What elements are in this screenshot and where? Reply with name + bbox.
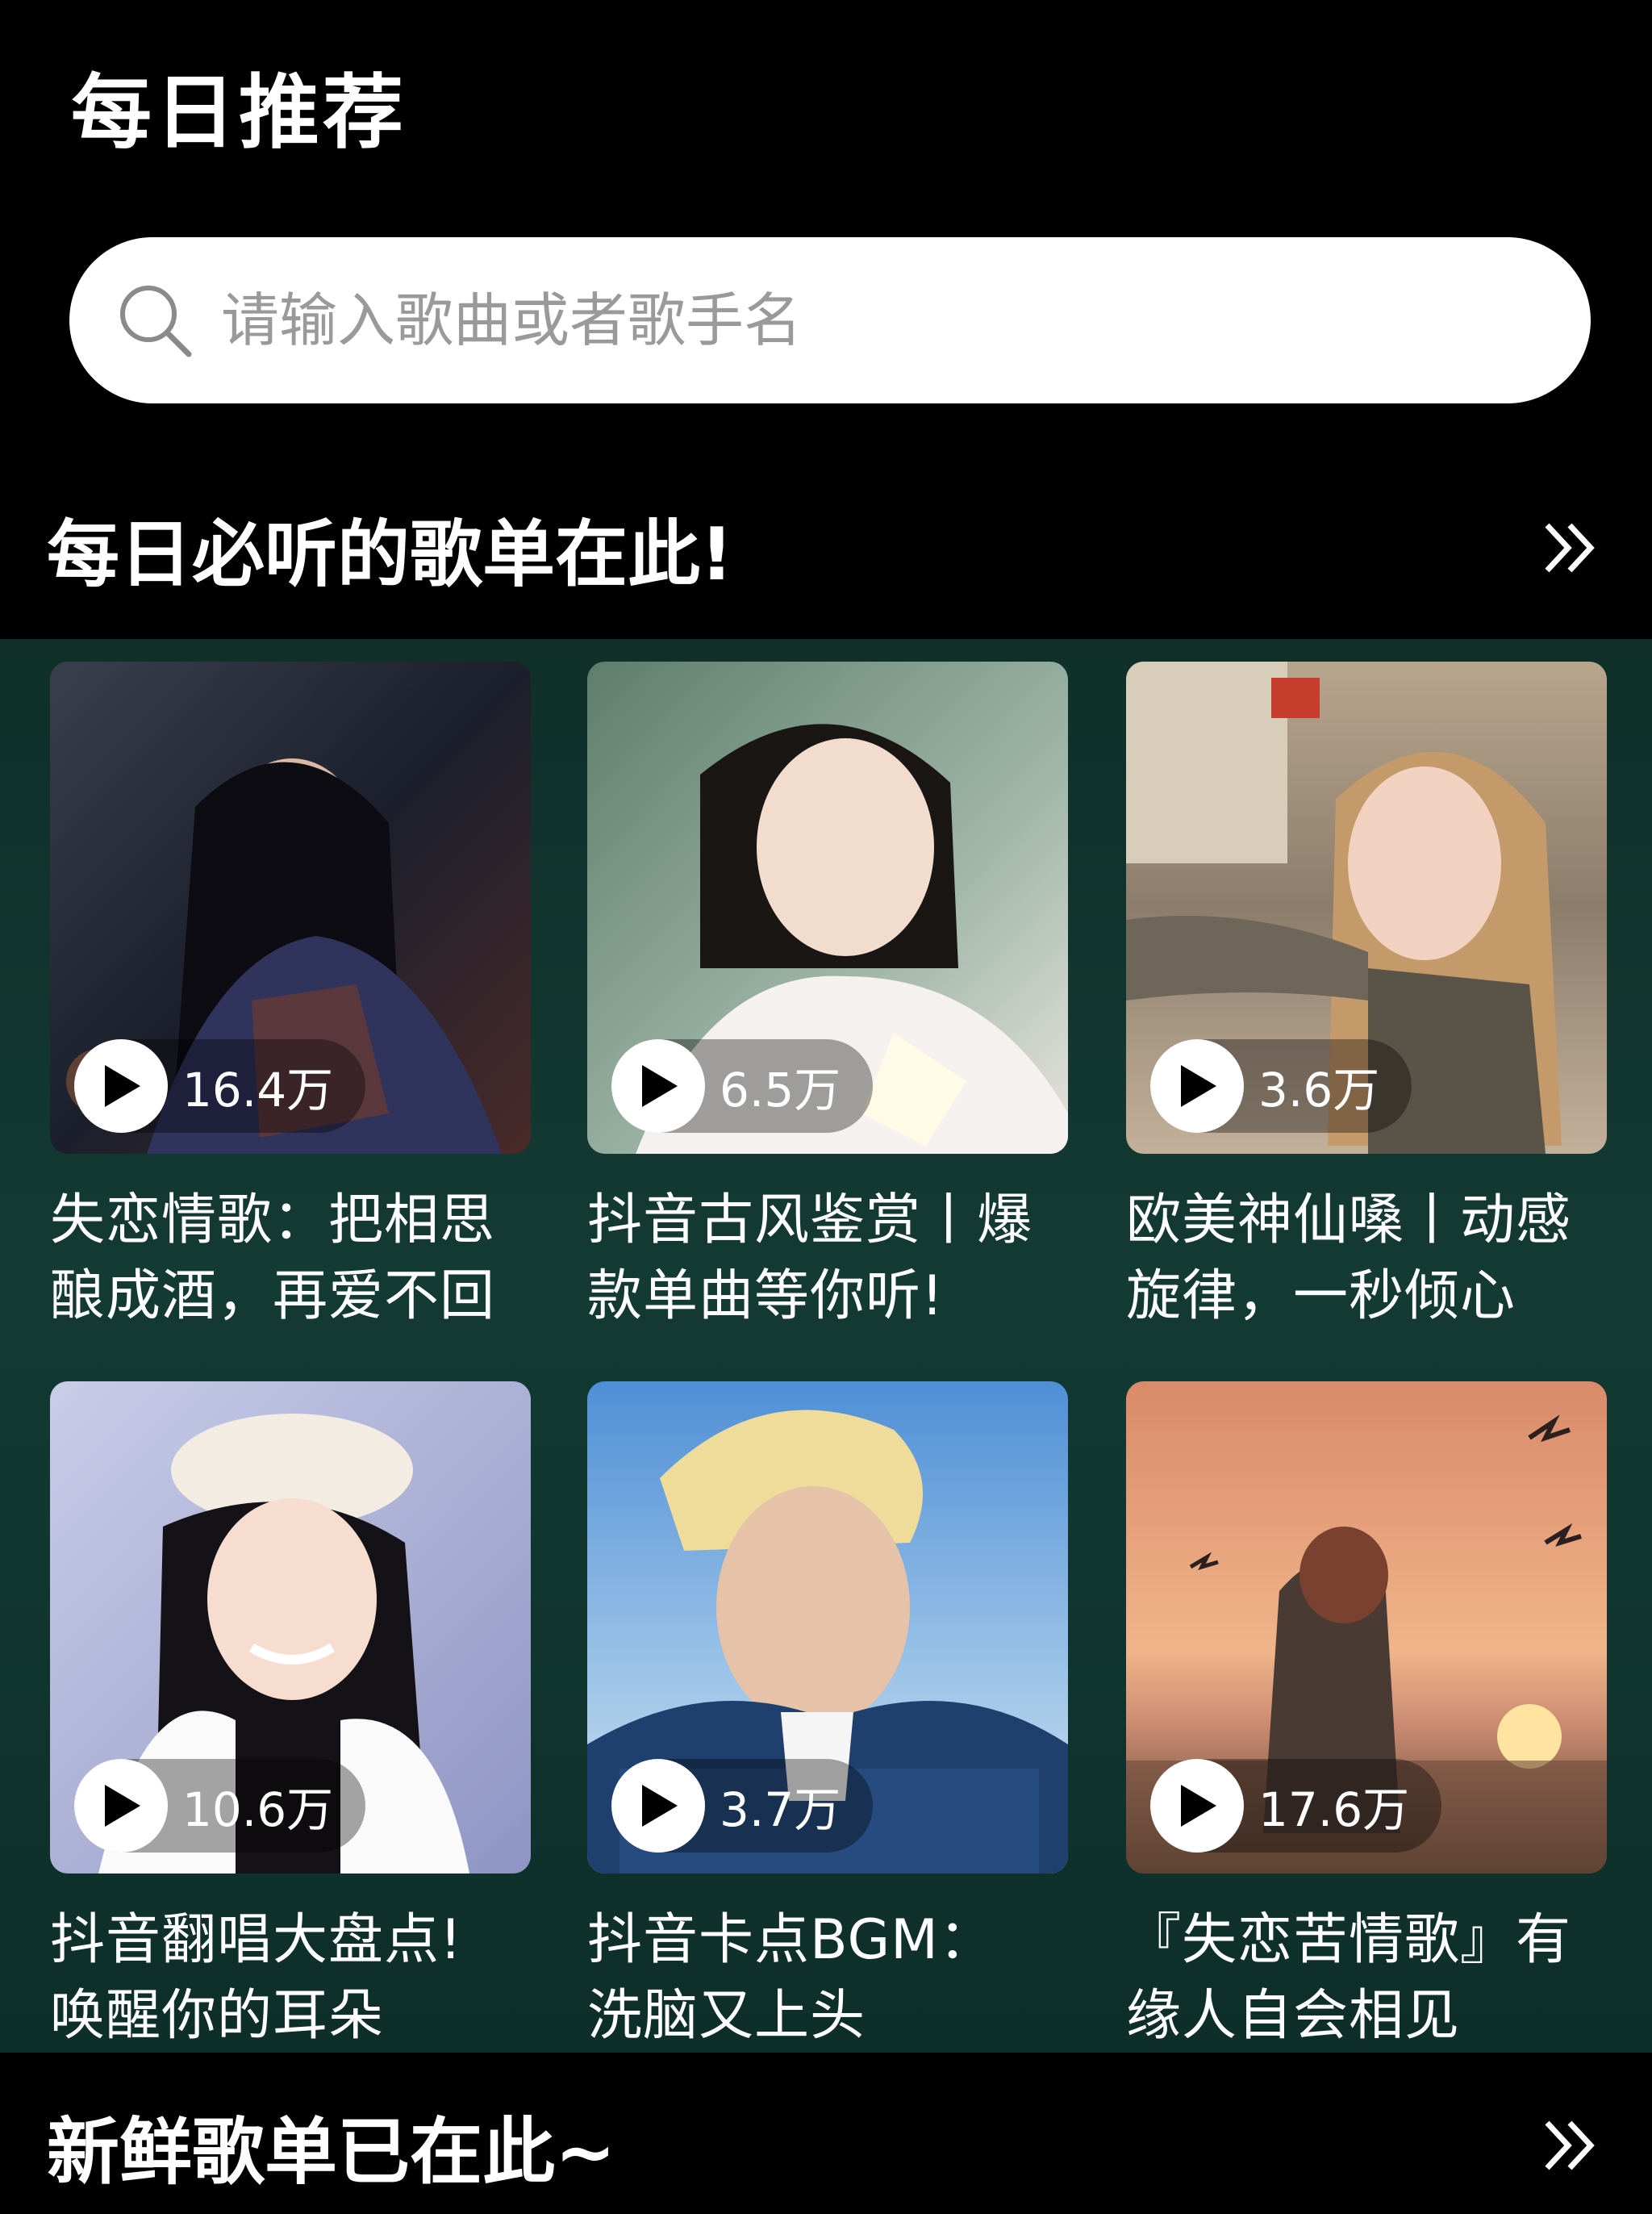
play-icon bbox=[1181, 1065, 1216, 1107]
playlist-title[interactable]: 抖音卡点BGM： 洗脑又上头 bbox=[587, 1903, 1068, 2053]
playlist-title[interactable]: 欧美神仙嗓丨动感 旋律，一秒倾心 bbox=[1126, 1183, 1607, 1335]
search-input[interactable] bbox=[219, 286, 1591, 355]
playlist-cover[interactable]: 17.6万 bbox=[1126, 1381, 1607, 1874]
fresh-section-title: 新鲜歌单已在此~ bbox=[47, 2110, 616, 2195]
play-count-badge[interactable]: 17.6万 bbox=[1150, 1759, 1442, 1853]
playlist-title[interactable]: 失恋情歌：把相思 酿成酒，再爱不回 bbox=[50, 1183, 531, 1335]
play-icon bbox=[642, 1065, 678, 1107]
play-icon bbox=[105, 1065, 140, 1107]
playlist-title[interactable]: 抖音古风鉴赏丨爆 款单曲等你听! bbox=[587, 1183, 1068, 1335]
playlist-cover[interactable]: 3.7万 bbox=[587, 1381, 1068, 1874]
play-count-badge[interactable]: 3.6万 bbox=[1150, 1039, 1412, 1133]
play-button[interactable] bbox=[74, 1759, 168, 1853]
play-icon bbox=[1181, 1785, 1216, 1827]
play-count-badge[interactable]: 6.5万 bbox=[611, 1039, 874, 1133]
play-count: 16.4万 bbox=[182, 1063, 334, 1117]
daily-section-title: 每日必听的歌单在此! bbox=[47, 512, 734, 597]
playlist-cover[interactable]: 3.6万 bbox=[1126, 662, 1607, 1154]
daily-section-header[interactable]: 每日必听的歌单在此! bbox=[0, 479, 1652, 616]
playlist-grid: 16.4万 失恋情歌：把相思 酿成酒，再爱不回 6.5万 抖音古风鉴赏丨爆 款单… bbox=[0, 639, 1652, 2053]
playlist-card[interactable]: 10.6万 抖音翻唱大盘点! 唤醒你的耳朵 bbox=[50, 1381, 531, 2053]
play-button[interactable] bbox=[611, 1039, 705, 1133]
play-count: 3.7万 bbox=[720, 1782, 841, 1837]
double-chevron-right-icon[interactable] bbox=[1541, 519, 1599, 577]
playlist-title[interactable]: 抖音翻唱大盘点! 唤醒你的耳朵 bbox=[50, 1903, 531, 2053]
search-bar[interactable] bbox=[69, 237, 1591, 403]
playlist-cover[interactable]: 10.6万 bbox=[50, 1381, 531, 1874]
playlist-card[interactable]: 17.6万 『失恋苦情歌』有 缘人自会相见 bbox=[1126, 1381, 1607, 2053]
play-button[interactable] bbox=[1150, 1759, 1244, 1853]
playlist-card[interactable]: 3.7万 抖音卡点BGM： 洗脑又上头 bbox=[587, 1381, 1068, 2053]
play-count: 10.6万 bbox=[182, 1782, 334, 1837]
play-count-badge[interactable]: 10.6万 bbox=[74, 1759, 366, 1853]
playlist-cover[interactable]: 16.4万 bbox=[50, 662, 531, 1154]
play-icon bbox=[642, 1785, 678, 1827]
playlist-title[interactable]: 『失恋苦情歌』有 缘人自会相见 bbox=[1126, 1903, 1607, 2053]
play-icon bbox=[105, 1785, 140, 1827]
play-count: 3.6万 bbox=[1258, 1063, 1380, 1117]
playlist-card[interactable]: 6.5万 抖音古风鉴赏丨爆 款单曲等你听! bbox=[587, 662, 1068, 1335]
play-count-badge[interactable]: 16.4万 bbox=[74, 1039, 366, 1133]
page-title: 每日推荐 bbox=[71, 65, 407, 160]
playlist-card[interactable]: 3.6万 欧美神仙嗓丨动感 旋律，一秒倾心 bbox=[1126, 662, 1607, 1335]
play-button[interactable] bbox=[1150, 1039, 1244, 1133]
playlist-card[interactable]: 16.4万 失恋情歌：把相思 酿成酒，再爱不回 bbox=[50, 662, 531, 1335]
playlist-cover[interactable]: 6.5万 bbox=[587, 662, 1068, 1154]
play-count: 6.5万 bbox=[720, 1063, 841, 1117]
fresh-section-header[interactable]: 新鲜歌单已在此~ bbox=[0, 2077, 1652, 2214]
search-icon bbox=[120, 286, 192, 357]
play-button[interactable] bbox=[74, 1039, 168, 1133]
double-chevron-right-icon[interactable] bbox=[1541, 2116, 1599, 2174]
play-count-badge[interactable]: 3.7万 bbox=[611, 1759, 874, 1853]
play-button[interactable] bbox=[611, 1759, 705, 1853]
play-count: 17.6万 bbox=[1258, 1782, 1410, 1837]
